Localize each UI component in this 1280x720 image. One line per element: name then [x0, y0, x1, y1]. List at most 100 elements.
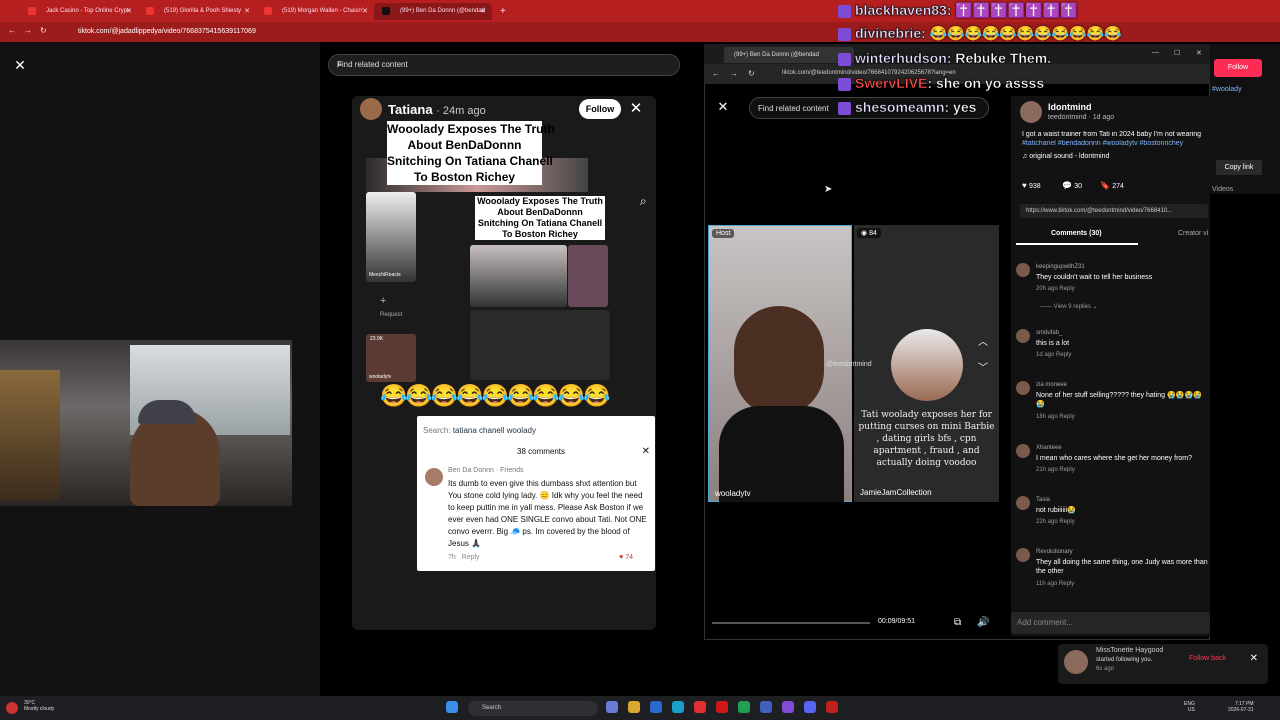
follow-button[interactable]: Follow — [1214, 59, 1262, 77]
close-icon[interactable]: ✕ — [10, 55, 30, 75]
close-icon[interactable]: ✕ — [1196, 49, 1202, 57]
reload-icon[interactable]: ↻ — [40, 26, 47, 35]
comment-author[interactable]: Xhanteee — [1036, 445, 1062, 451]
app-icon[interactable] — [826, 701, 838, 713]
close-icon[interactable]: ✕ — [714, 98, 732, 116]
progress-bar[interactable] — [712, 622, 870, 624]
comment-author[interactable]: Tasia — [1036, 497, 1050, 503]
avatar[interactable] — [425, 468, 443, 486]
url-field[interactable]: tiktok.com/@jadadlippedya/video/76683754… — [60, 24, 760, 40]
plus-icon[interactable]: + — [380, 295, 386, 307]
mail-icon[interactable] — [694, 701, 706, 713]
edge-icon[interactable] — [672, 701, 684, 713]
chat-message: winterhudson: Rebuke Them. — [838, 50, 1051, 66]
share-link[interactable]: https://www.tiktok.com/@teedontmind/vide… — [1020, 204, 1208, 218]
twitch-icon[interactable] — [782, 701, 794, 713]
comment-author[interactable]: smdufab_ — [1036, 330, 1062, 336]
follow-button[interactable]: Follow — [579, 99, 621, 119]
language[interactable]: ENG US — [1184, 701, 1195, 713]
teams-icon[interactable] — [606, 701, 618, 713]
region-code: US — [1187, 707, 1195, 713]
app-icon[interactable] — [760, 701, 772, 713]
forward-icon[interactable]: → — [24, 26, 32, 35]
back-icon[interactable]: ← — [8, 26, 16, 35]
like-button[interactable]: ♥ 938 — [1022, 181, 1041, 190]
copy-link-button[interactable]: Copy link — [1216, 160, 1262, 175]
add-comment-input[interactable]: Add comment... — [1011, 612, 1210, 634]
host-badge: Host — [712, 229, 735, 238]
close-icon[interactable]: ✕ — [1250, 653, 1258, 664]
pip-icon[interactable]: ⧉ — [954, 617, 961, 628]
browser-tab[interactable]: Jack Casino - Top Online Crypt ✕ — [20, 3, 138, 20]
view-replies[interactable]: —— View 9 replies ⌄ — [1040, 303, 1098, 310]
chevron-up-icon[interactable]: ︿ — [978, 333, 988, 348]
close-icon[interactable]: ✕ — [480, 3, 486, 20]
chrome-icon[interactable] — [738, 701, 750, 713]
avatar[interactable] — [1016, 444, 1030, 458]
like-count: 938 — [1028, 183, 1041, 190]
taskbar-search[interactable]: Search — [468, 701, 598, 716]
inner-caption: Wooolady Exposes The Truth About BenDaDo… — [475, 196, 605, 240]
browser-tab-active[interactable]: (99+) Ben Da Donnn (@bendad ✕ — [374, 3, 492, 20]
hashtags[interactable]: #tatichanel #bendadonnn #wooladytv #bost… — [1022, 140, 1208, 147]
browser-tab[interactable]: (519) Morgan Wallen - Chasin' ✕ — [256, 3, 374, 20]
comment-author[interactable]: keepingupwithZ31 — [1036, 264, 1085, 270]
close-icon[interactable]: ✕ — [244, 3, 250, 20]
tiktok-icon — [382, 7, 390, 15]
close-icon[interactable]: ✕ — [628, 99, 644, 119]
comment-author[interactable]: Revolutionary — [1036, 549, 1073, 555]
chevron-down-icon[interactable]: ﹀ — [978, 359, 988, 374]
maximize-icon[interactable]: ☐ — [1174, 49, 1180, 57]
tab-comments[interactable]: Comments (30) — [1051, 230, 1102, 237]
avatar[interactable] — [1064, 650, 1088, 674]
save-button[interactable]: 🔖 274 — [1100, 181, 1124, 190]
live-video-guest[interactable]: ◉ 84 ︿ ﹀ @teedontmind Tati woolady expos… — [826, 225, 999, 502]
comment-search[interactable]: Search: tatiana chanell woolady — [423, 426, 536, 435]
comment-button[interactable]: 💬 30 — [1062, 181, 1082, 190]
volume-icon[interactable]: 🔊 — [977, 617, 989, 628]
forward-icon[interactable]: → — [730, 69, 738, 78]
reload-icon[interactable]: ↻ — [748, 69, 755, 78]
avatar[interactable] — [1016, 329, 1030, 343]
close-icon[interactable]: ✕ — [362, 3, 368, 20]
videos-tab[interactable]: Videos — [1212, 186, 1233, 193]
discord-icon[interactable] — [804, 701, 816, 713]
reply-button[interactable]: Reply — [462, 554, 480, 561]
new-tab-button[interactable]: + — [494, 3, 514, 20]
clock[interactable]: 7:17 PM 2026-07-31 — [1228, 701, 1254, 713]
close-icon[interactable]: ✕ — [642, 446, 650, 457]
request-label: Request — [380, 312, 403, 318]
thumbnail-label: MeechiReacts — [369, 272, 401, 278]
avatar[interactable] — [360, 98, 382, 120]
youtube-icon[interactable] — [716, 701, 728, 713]
video-description: I got a waist trainer from Tati in 2024 … — [1022, 131, 1202, 138]
start-icon[interactable] — [446, 701, 458, 713]
author-name[interactable]: ldontmind — [1048, 102, 1092, 112]
avatar[interactable] — [1016, 548, 1030, 562]
minimize-icon[interactable]: — — [1152, 49, 1159, 56]
sound[interactable]: ♫ original sound - ldontmind — [1022, 153, 1109, 160]
store-icon[interactable] — [650, 701, 662, 713]
hashtag[interactable]: #woolady — [1212, 86, 1242, 93]
notification-text: started following you. — [1096, 657, 1153, 663]
avatar[interactable] — [1016, 263, 1030, 277]
search-icon[interactable]: ⌕ — [640, 194, 647, 209]
comment-text: They couldn't wait to tell her business — [1036, 274, 1153, 281]
chat-user: winterhudson — [855, 50, 947, 66]
search-input[interactable]: Find related content ⌕ — [328, 54, 680, 76]
comment-author[interactable]: zia moneee — [1036, 382, 1067, 388]
close-icon[interactable]: ✕ — [126, 3, 132, 20]
inner-video — [568, 245, 608, 307]
weather-widget[interactable]: 30°C Mostly cloudy — [24, 700, 54, 712]
search-icon[interactable]: ⌕ — [337, 59, 671, 70]
avatar[interactable] — [1016, 496, 1030, 510]
back-icon[interactable]: ← — [712, 69, 720, 78]
explorer-icon[interactable] — [628, 701, 640, 713]
tab-creator-videos[interactable]: Creator vi — [1178, 230, 1208, 237]
browser-tab[interactable]: (519) Glorilla & Pooh Shiesty ✕ — [138, 3, 256, 20]
follow-back-button[interactable]: Follow back — [1189, 655, 1226, 662]
avatar[interactable] — [1016, 381, 1030, 395]
popup-tab[interactable]: (99+) Ben Da Donnn (@bendad — [724, 47, 854, 63]
like-count[interactable]: ♥ 74 — [619, 554, 633, 561]
avatar[interactable] — [1020, 101, 1042, 123]
